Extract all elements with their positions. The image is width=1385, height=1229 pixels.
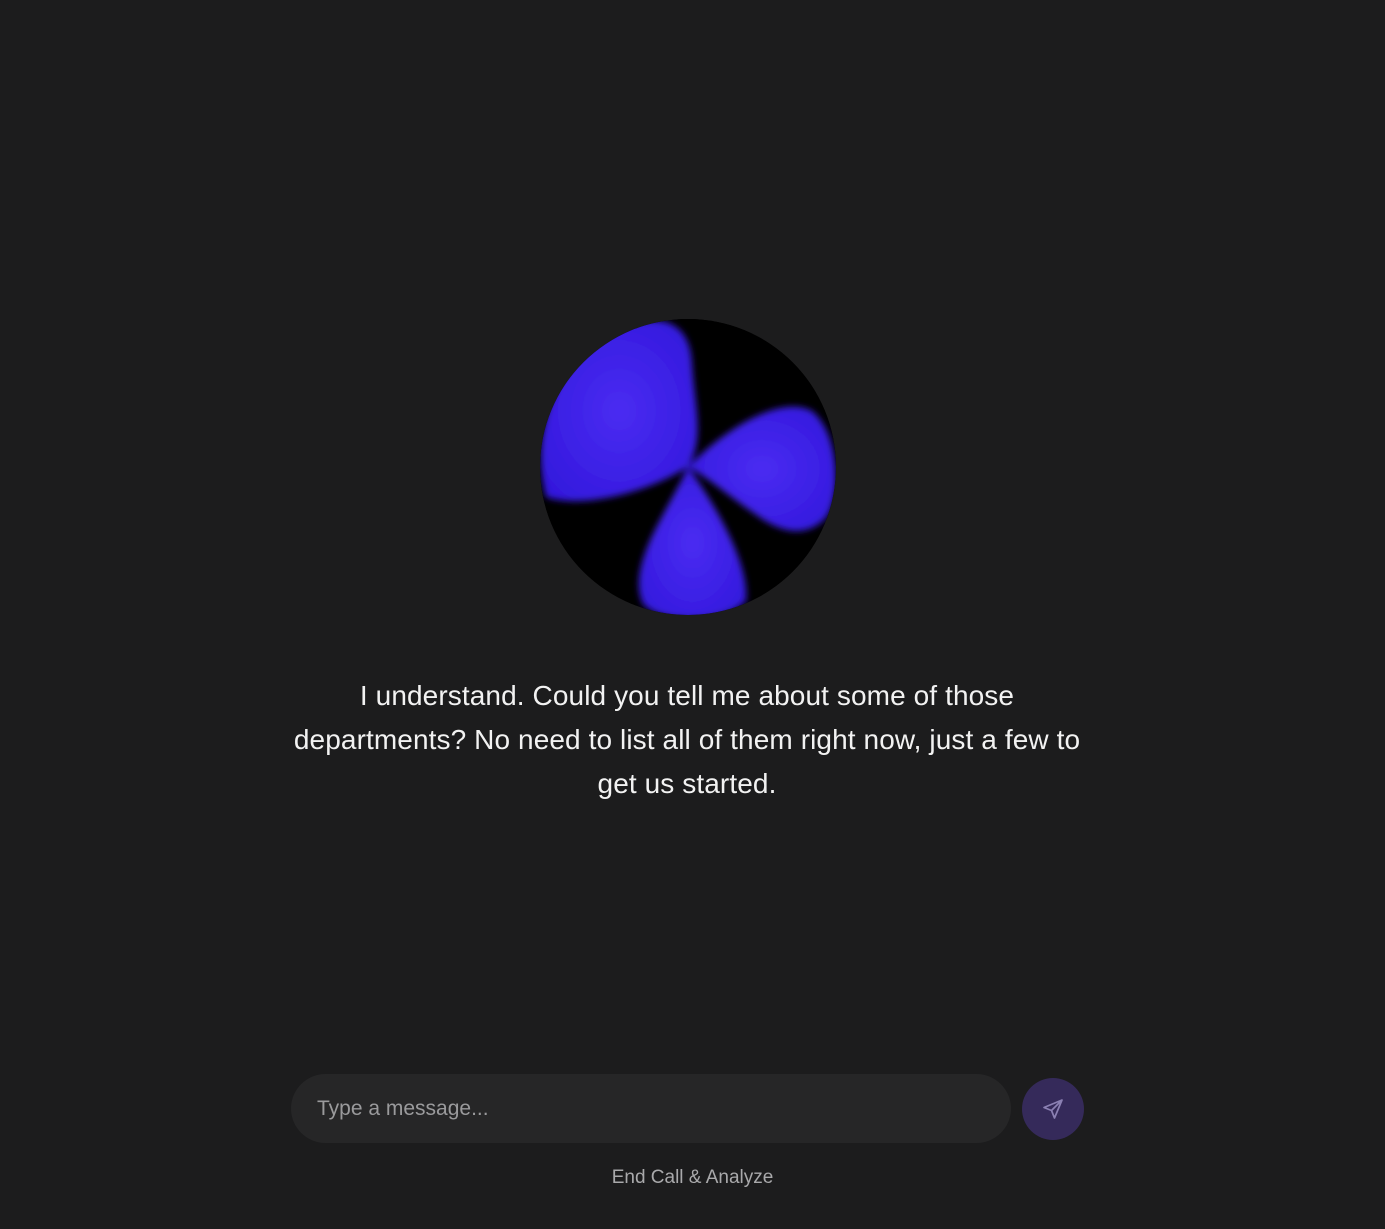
assistant-message: I understand. Could you tell me about so…: [293, 680, 1081, 799]
end-call-analyze-link[interactable]: End Call & Analyze: [612, 1167, 774, 1188]
orb-graphic: [540, 319, 836, 615]
message-composer: [291, 1074, 1011, 1143]
end-call-area: End Call & Analyze: [0, 1167, 1385, 1189]
send-icon: [1043, 1099, 1063, 1119]
assistant-orb: [540, 319, 836, 615]
send-button[interactable]: [1022, 1078, 1084, 1140]
message-input[interactable]: [291, 1074, 1011, 1143]
voice-call-screen: I understand. Could you tell me about so…: [0, 0, 1385, 1229]
